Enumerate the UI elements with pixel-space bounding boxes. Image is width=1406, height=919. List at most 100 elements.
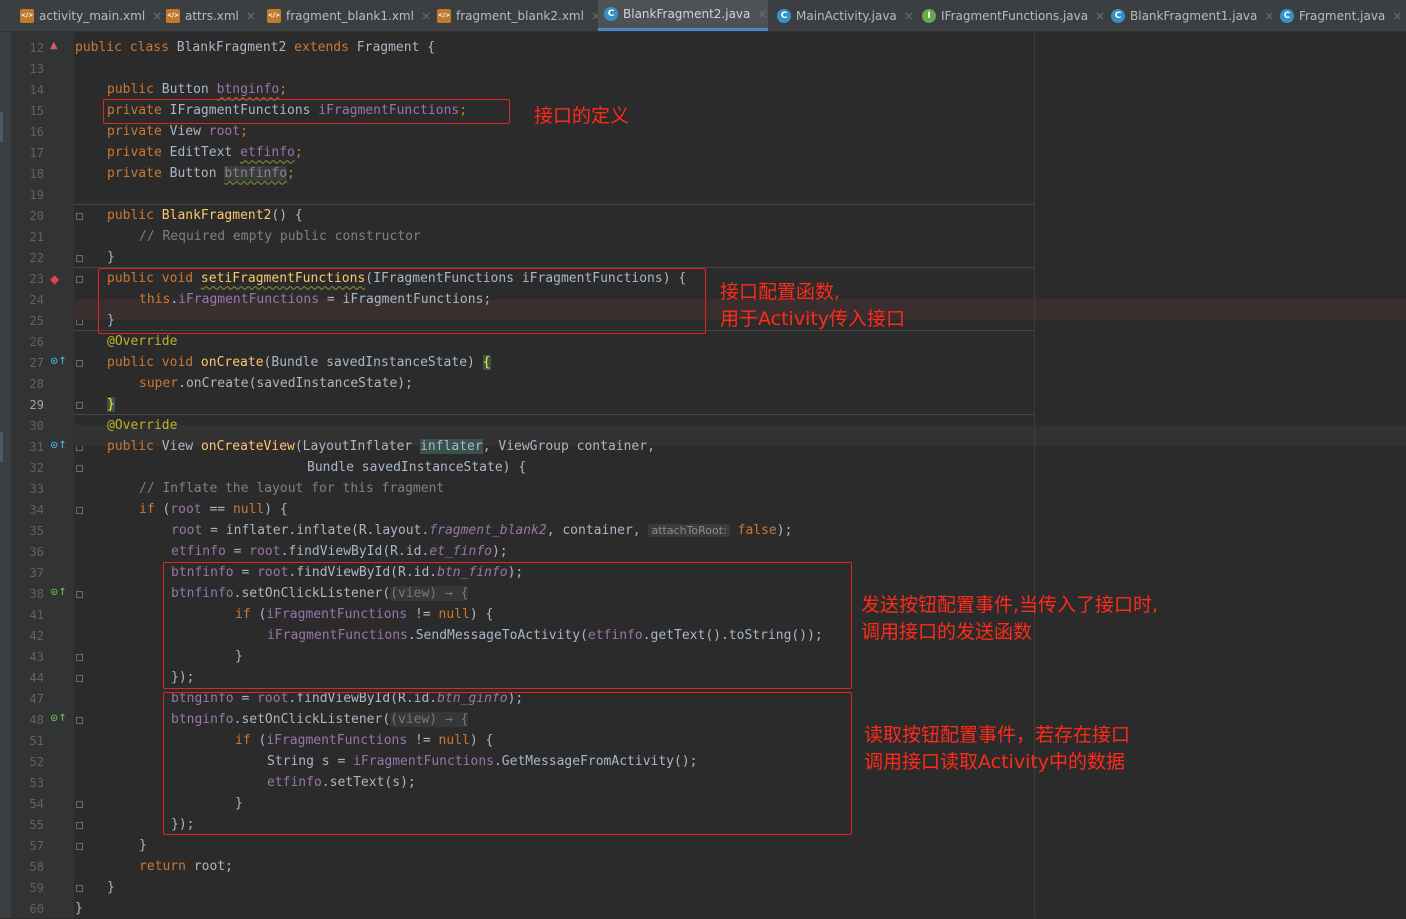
line-number: 32 bbox=[29, 461, 44, 475]
code-token: extends bbox=[294, 40, 357, 55]
code-token: EditText bbox=[169, 145, 241, 160]
line-number: 54 bbox=[29, 797, 44, 811]
code-line-58: return root; bbox=[139, 856, 233, 877]
code-line-35: root = inflater.inflate(R.layout.fragmen… bbox=[171, 520, 792, 541]
code-line-55: }); bbox=[171, 817, 195, 832]
close-icon[interactable]: × bbox=[421, 9, 431, 23]
annotation-note-send-2: 调用接口的发送函数 bbox=[861, 621, 1033, 643]
code-token: public bbox=[75, 40, 130, 55]
code-line-32: Bundle savedInstanceState) { bbox=[307, 460, 527, 475]
code-token: .getText().toString()); bbox=[642, 628, 823, 643]
code-token: public void bbox=[107, 271, 201, 286]
lambda-icon[interactable]: ⊙↑ bbox=[50, 713, 67, 724]
code-token: .findViewById(R.id. bbox=[288, 691, 438, 706]
line-number: 43 bbox=[29, 650, 44, 664]
tab-fragment-blank1-xml[interactable]: </> fragment_blank1.xml × bbox=[261, 0, 431, 31]
code-token: != bbox=[407, 607, 439, 622]
tab-attrs-xml[interactable]: </> attrs.xml × bbox=[160, 0, 256, 31]
code-line-25: } bbox=[107, 313, 115, 328]
override-method-icon[interactable]: ⊙↑ bbox=[50, 356, 67, 367]
right-margin-guide bbox=[1034, 32, 1035, 918]
line-number: 37 bbox=[29, 566, 44, 580]
folded-lambda[interactable]: (view) → { bbox=[390, 586, 469, 601]
code-line-54: } bbox=[235, 796, 243, 811]
close-icon[interactable]: × bbox=[904, 9, 914, 23]
line-number: 48 bbox=[29, 713, 44, 727]
close-icon[interactable]: × bbox=[1392, 9, 1402, 23]
override-method-icon[interactable]: ⊙↑ bbox=[50, 440, 67, 451]
code-token: null bbox=[438, 733, 470, 748]
tab-ifragmentfunctions-java[interactable]: I IFragmentFunctions.java × bbox=[916, 0, 1105, 31]
close-icon[interactable]: × bbox=[1264, 9, 1274, 23]
xml-file-icon: </> bbox=[437, 8, 451, 23]
annotation-note-read-1: 读取按钮配置事件，若存在接口 bbox=[864, 724, 1131, 746]
code-token: (LayoutInflater bbox=[294, 439, 421, 454]
code-line-18: private Button btnfinfo; bbox=[107, 163, 295, 184]
tab-activity-main-xml[interactable]: </> activity_main.xml × bbox=[14, 0, 162, 31]
line-number: 27 bbox=[29, 356, 44, 370]
tab-blankfragment1-java[interactable]: C BlankFragment1.java × bbox=[1105, 0, 1274, 31]
code-line-42: iFragmentFunctions.SendMessageToActivity… bbox=[267, 625, 823, 646]
code-line-53: etfinfo.setText(s); bbox=[267, 772, 416, 793]
tab-mainactivity-java[interactable]: C MainActivity.java × bbox=[771, 0, 914, 31]
code-token: iFragmentFunctions bbox=[266, 733, 408, 748]
xml-file-icon: </> bbox=[166, 8, 180, 23]
tab-blankfragment2-java[interactable]: C BlankFragment2.java × bbox=[598, 0, 768, 31]
code-token: etfinfo bbox=[171, 544, 226, 559]
code-line-51: if (iFragmentFunctions != null) { bbox=[235, 730, 493, 751]
tab-fragment-java[interactable]: C Fragment.java × bbox=[1274, 0, 1404, 31]
code-token: ); bbox=[776, 523, 793, 538]
code-token: btn_finfo bbox=[437, 565, 508, 580]
code-line-38: btnfinfo.setOnClickListener((view) → { bbox=[171, 583, 469, 604]
code-editor[interactable]: public class BlankFragment2 extends Frag… bbox=[74, 32, 1406, 918]
lambda-icon[interactable]: ⊙↑ bbox=[50, 587, 67, 598]
code-line-33: // Inflate the layout for this fragment bbox=[139, 481, 445, 496]
code-line-23: public void setiFragmentFunctions(IFragm… bbox=[107, 268, 686, 289]
run-class-icon[interactable]: ▲ bbox=[50, 40, 58, 51]
code-token: ; bbox=[240, 124, 248, 139]
code-line-43: } bbox=[235, 649, 243, 664]
code-token: Button bbox=[161, 82, 217, 97]
line-number: 44 bbox=[29, 671, 44, 685]
code-token: return bbox=[139, 859, 194, 874]
code-token: private bbox=[107, 103, 170, 118]
code-token: IFragmentFunctions bbox=[169, 103, 319, 118]
code-line-31: public View onCreateView(LayoutInflater … bbox=[107, 436, 655, 457]
folded-lambda[interactable]: (view) → { bbox=[390, 712, 469, 727]
tab-fragment-blank2-xml[interactable]: </> fragment_blank2.xml × bbox=[431, 0, 601, 31]
parameter-hint: attachToRoot: bbox=[648, 524, 730, 537]
code-token: ) { bbox=[469, 733, 494, 748]
code-token: View bbox=[169, 124, 209, 139]
annotation-note-send-1: 发送按钮配置事件,当传入了接口时, bbox=[861, 594, 1159, 616]
code-token: .GetMessageFromActivity(); bbox=[493, 754, 698, 769]
line-number: 33 bbox=[29, 482, 44, 496]
close-icon[interactable]: × bbox=[246, 9, 256, 23]
code-token: private bbox=[107, 124, 170, 139]
code-token: = bbox=[225, 544, 250, 559]
code-line-27: public void onCreate(Bundle savedInstanc… bbox=[107, 352, 491, 373]
code-token: String s = bbox=[267, 754, 354, 769]
code-token: { bbox=[482, 355, 491, 370]
close-icon[interactable]: × bbox=[757, 7, 767, 21]
code-line-21: // Required empty public constructor bbox=[139, 229, 421, 244]
code-token: root bbox=[249, 544, 281, 559]
code-token: Button bbox=[169, 166, 225, 181]
code-token: setiFragmentFunctions bbox=[200, 271, 366, 286]
java-class-icon: C bbox=[1280, 8, 1294, 23]
line-number: 22 bbox=[29, 251, 44, 265]
code-token: iFragmentFunctions bbox=[178, 292, 320, 307]
breakpoint-icon[interactable]: ◆ bbox=[50, 272, 59, 286]
code-token: () { bbox=[271, 208, 303, 223]
code-token: ) { bbox=[264, 502, 288, 517]
code-token: false bbox=[737, 523, 777, 538]
close-icon[interactable]: × bbox=[1095, 9, 1105, 23]
java-class-icon: C bbox=[1111, 8, 1125, 23]
line-number: 18 bbox=[29, 167, 44, 181]
code-token: , container, bbox=[546, 523, 649, 538]
line-number: 36 bbox=[29, 545, 44, 559]
xml-file-icon: </> bbox=[20, 8, 34, 23]
code-line-59: } bbox=[107, 880, 115, 895]
code-token: onCreate bbox=[200, 355, 264, 370]
line-number: 24 bbox=[29, 293, 44, 307]
code-line-20: public BlankFragment2() { bbox=[107, 205, 303, 226]
